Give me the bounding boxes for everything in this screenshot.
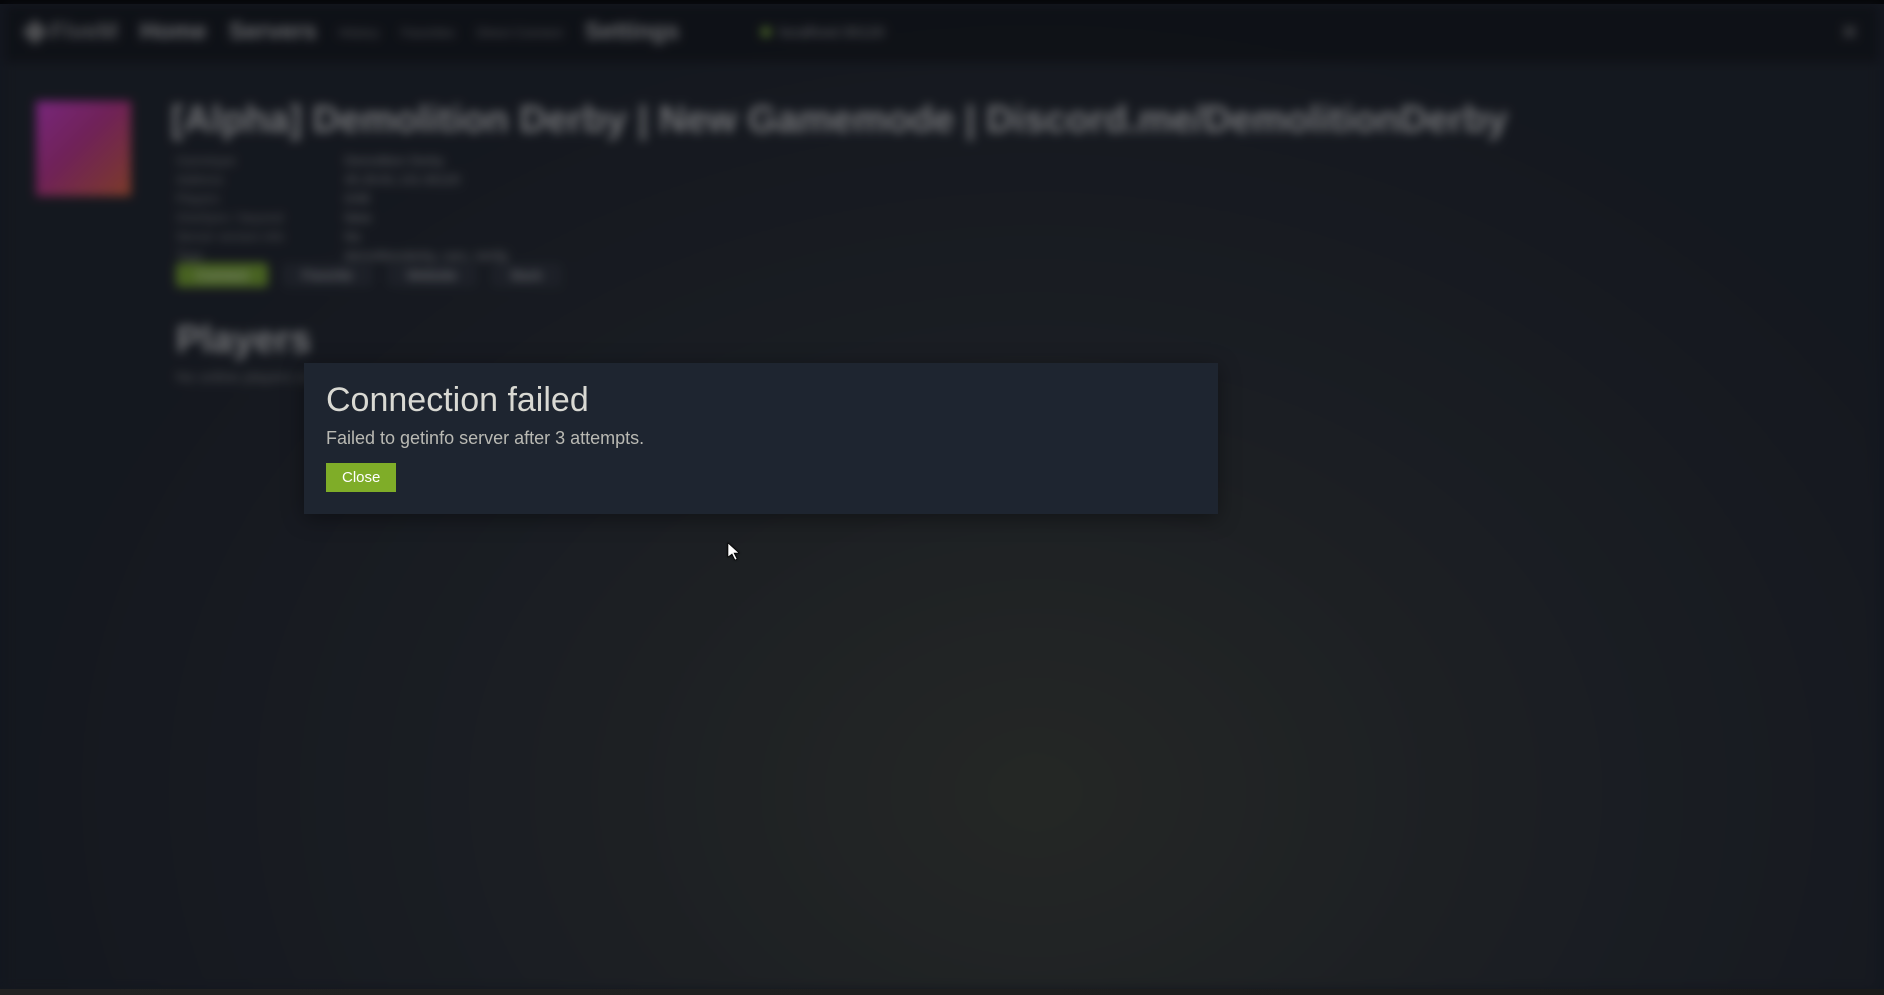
taskbar-hint	[0, 989, 1884, 995]
connection-failed-dialog: Connection failed Failed to getinfo serv…	[304, 363, 1218, 514]
dialog-title: Connection failed	[326, 381, 1196, 420]
dialog-message: Failed to getinfo server after 3 attempt…	[326, 428, 1196, 449]
close-button[interactable]: Close	[326, 463, 396, 492]
